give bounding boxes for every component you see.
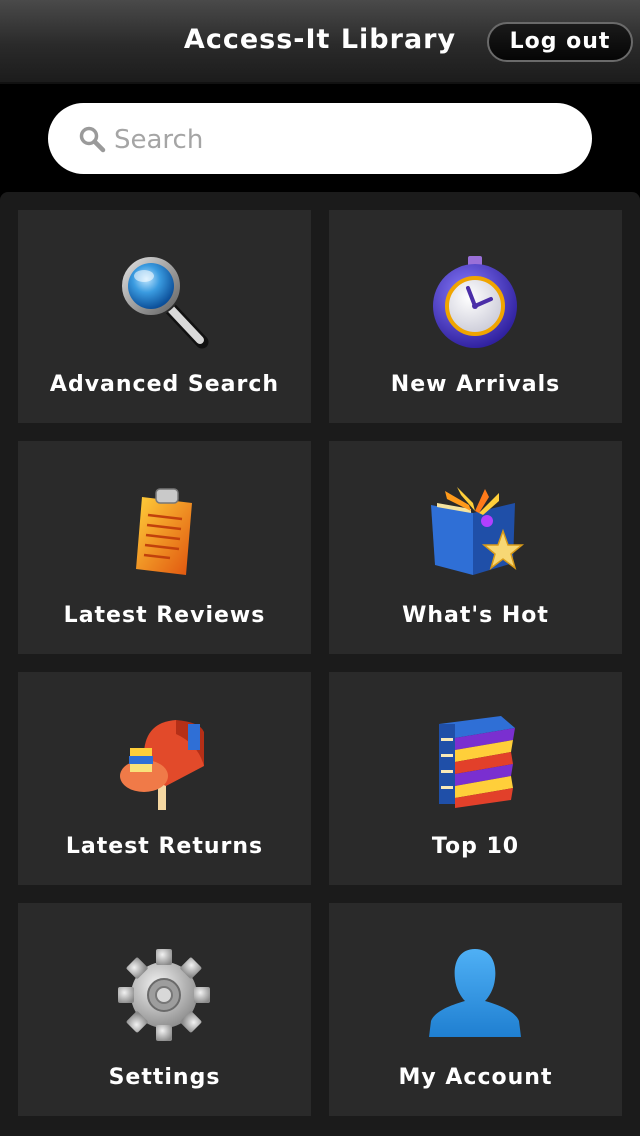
tile-label: Latest Reviews xyxy=(63,603,266,628)
tile-advanced-search[interactable]: Advanced Search xyxy=(18,210,311,423)
user-silhouette-icon xyxy=(429,949,521,1037)
tile-settings[interactable]: Settings xyxy=(18,903,311,1116)
tile-label: Latest Returns xyxy=(65,834,264,859)
app-screen: Access-It Library Log out Search Advance… xyxy=(0,0,640,1136)
mailbox-icon xyxy=(120,720,204,810)
tile-top-10[interactable]: Top 10 xyxy=(329,672,622,885)
tile-new-arrivals[interactable]: New Arrivals xyxy=(329,210,622,423)
tile-label: Top 10 xyxy=(431,834,520,859)
tile-whats-hot[interactable]: What's Hot xyxy=(329,441,622,654)
tile-label: New Arrivals xyxy=(390,372,561,397)
search-input[interactable] xyxy=(112,117,556,163)
tile-label: What's Hot xyxy=(402,603,549,628)
gear-icon xyxy=(118,949,210,1041)
header-bar: Access-It Library Log out xyxy=(0,0,640,84)
tile-label: Advanced Search xyxy=(49,372,280,397)
search-icon xyxy=(79,126,106,153)
tile-label: Settings xyxy=(108,1065,221,1090)
book-star-icon xyxy=(431,487,525,575)
stopwatch-icon xyxy=(433,256,517,348)
clipboard-icon xyxy=(136,488,192,575)
menu-grid: Advanced Search New Arrivals Latest Revi… xyxy=(0,192,640,1136)
search-bar[interactable] xyxy=(48,103,592,174)
logout-button[interactable]: Log out xyxy=(487,22,633,62)
app-title: Access-It Library xyxy=(183,24,457,55)
tile-latest-reviews[interactable]: Latest Reviews xyxy=(18,441,311,654)
book-stack-icon xyxy=(439,716,515,808)
tile-label: My Account xyxy=(398,1065,553,1090)
tile-latest-returns[interactable]: Latest Returns xyxy=(18,672,311,885)
tile-my-account[interactable]: My Account xyxy=(329,903,622,1116)
magnifying-glass-icon xyxy=(120,255,209,349)
